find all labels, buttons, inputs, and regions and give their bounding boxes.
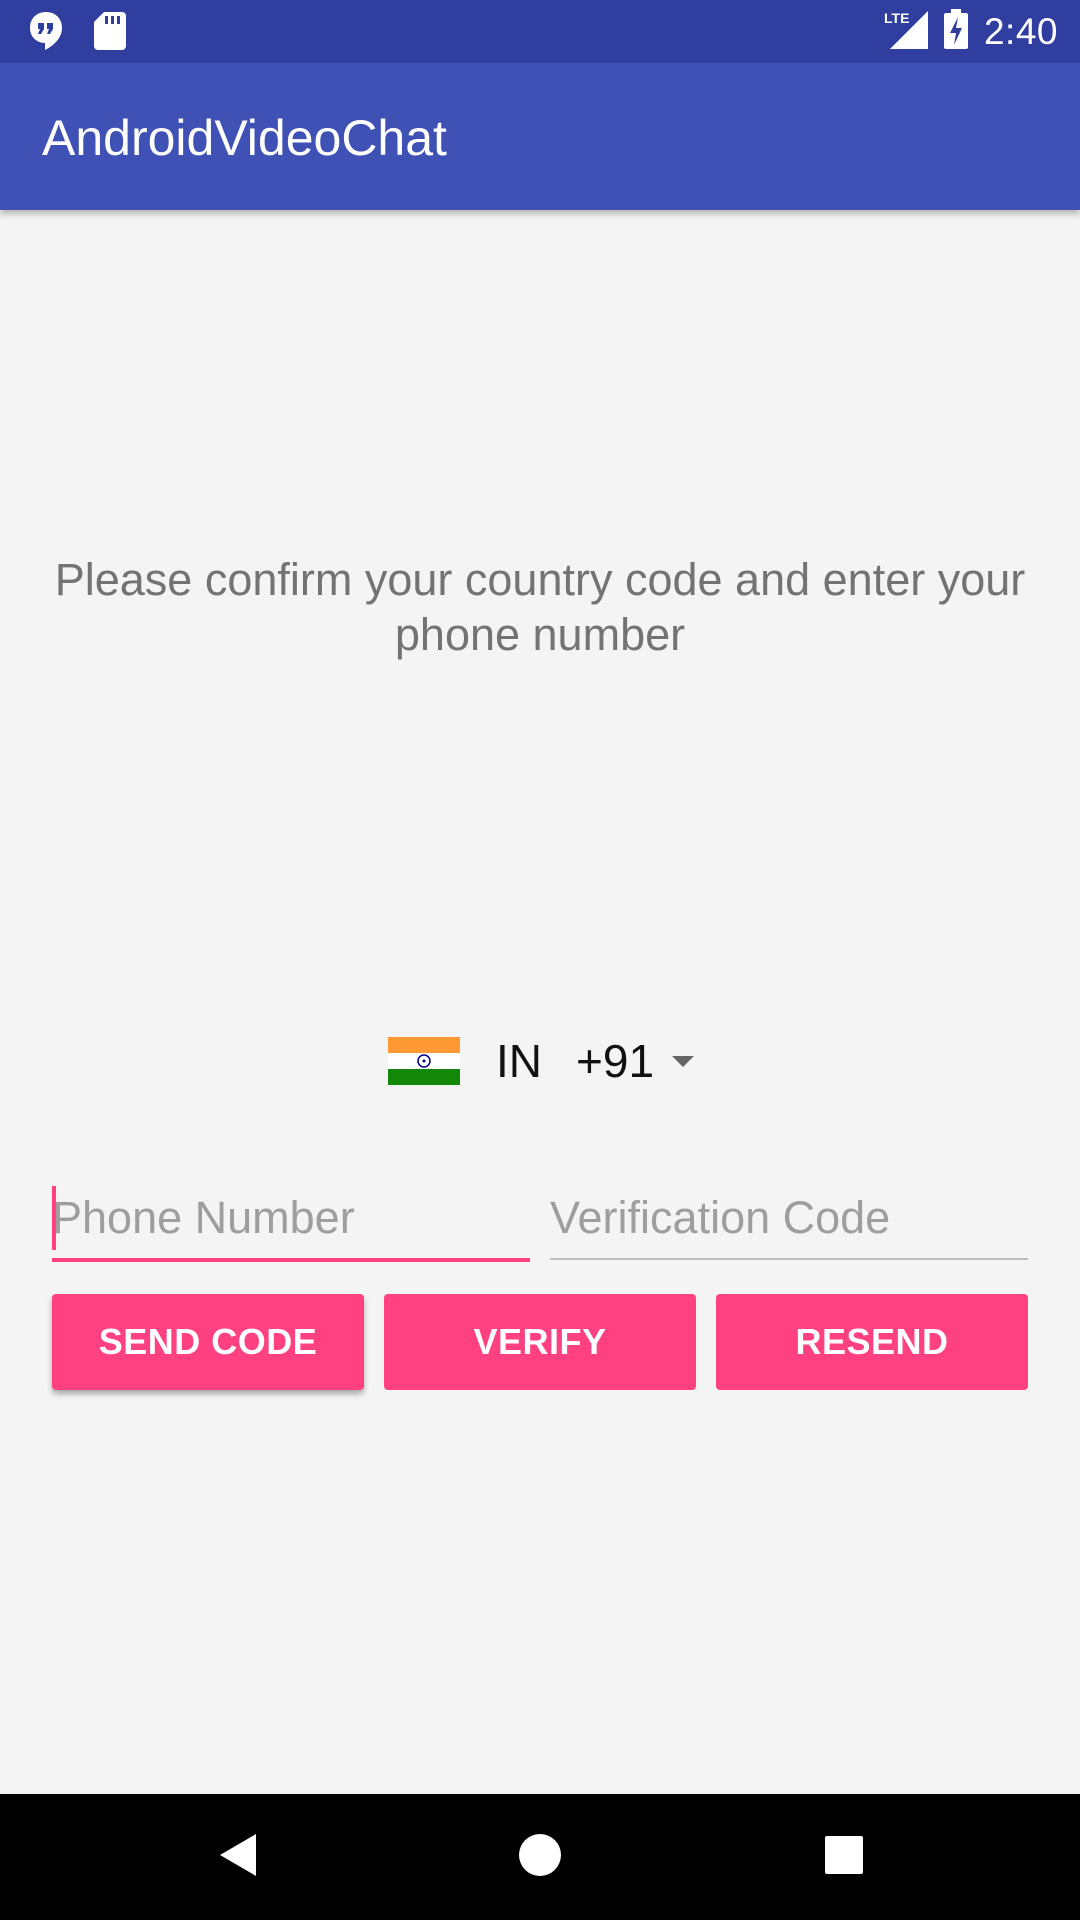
recents-icon (824, 1835, 864, 1880)
notification-icons (28, 10, 126, 57)
text-cursor (52, 1186, 56, 1250)
phone-number-input[interactable] (52, 1180, 530, 1256)
recents-button[interactable] (784, 1794, 904, 1920)
lte-signal-icon: LTE (884, 9, 928, 54)
back-icon (218, 1832, 258, 1883)
navigation-bar (0, 1794, 1080, 1920)
verify-button[interactable]: VERIFY (384, 1294, 696, 1390)
instruction-text: Please confirm your country code and ent… (54, 554, 1026, 660)
verification-code-field (550, 1180, 1028, 1260)
phone-number-field (52, 1180, 530, 1262)
hangouts-icon (28, 10, 64, 57)
india-flag-icon (388, 1037, 460, 1085)
clock: 2:40 (983, 10, 1058, 52)
country-code: IN (496, 1035, 542, 1087)
system-icons: LTE 2:40 (884, 0, 1058, 63)
resend-button[interactable]: RESEND (716, 1294, 1028, 1390)
app-bar: AndroidVideoChat (0, 63, 1080, 210)
send-code-button[interactable]: SEND CODE (52, 1294, 364, 1390)
verification-code-input[interactable] (550, 1180, 1028, 1256)
dropdown-arrow-icon (672, 1055, 695, 1067)
home-icon (518, 1833, 562, 1882)
sd-card-icon (94, 12, 126, 55)
country-code-picker[interactable]: IN +91 (388, 1030, 695, 1092)
screen: LTE 2:40 AndroidVideoChat Please confirm… (0, 0, 1080, 1920)
app-title: AndroidVideoChat (42, 110, 447, 166)
lte-label: LTE (884, 10, 909, 26)
home-button[interactable] (480, 1794, 600, 1920)
battery-charging-icon (943, 9, 968, 54)
dial-code: +91 (576, 1035, 655, 1087)
status-bar: LTE 2:40 (0, 0, 1080, 63)
back-button[interactable] (178, 1794, 298, 1920)
